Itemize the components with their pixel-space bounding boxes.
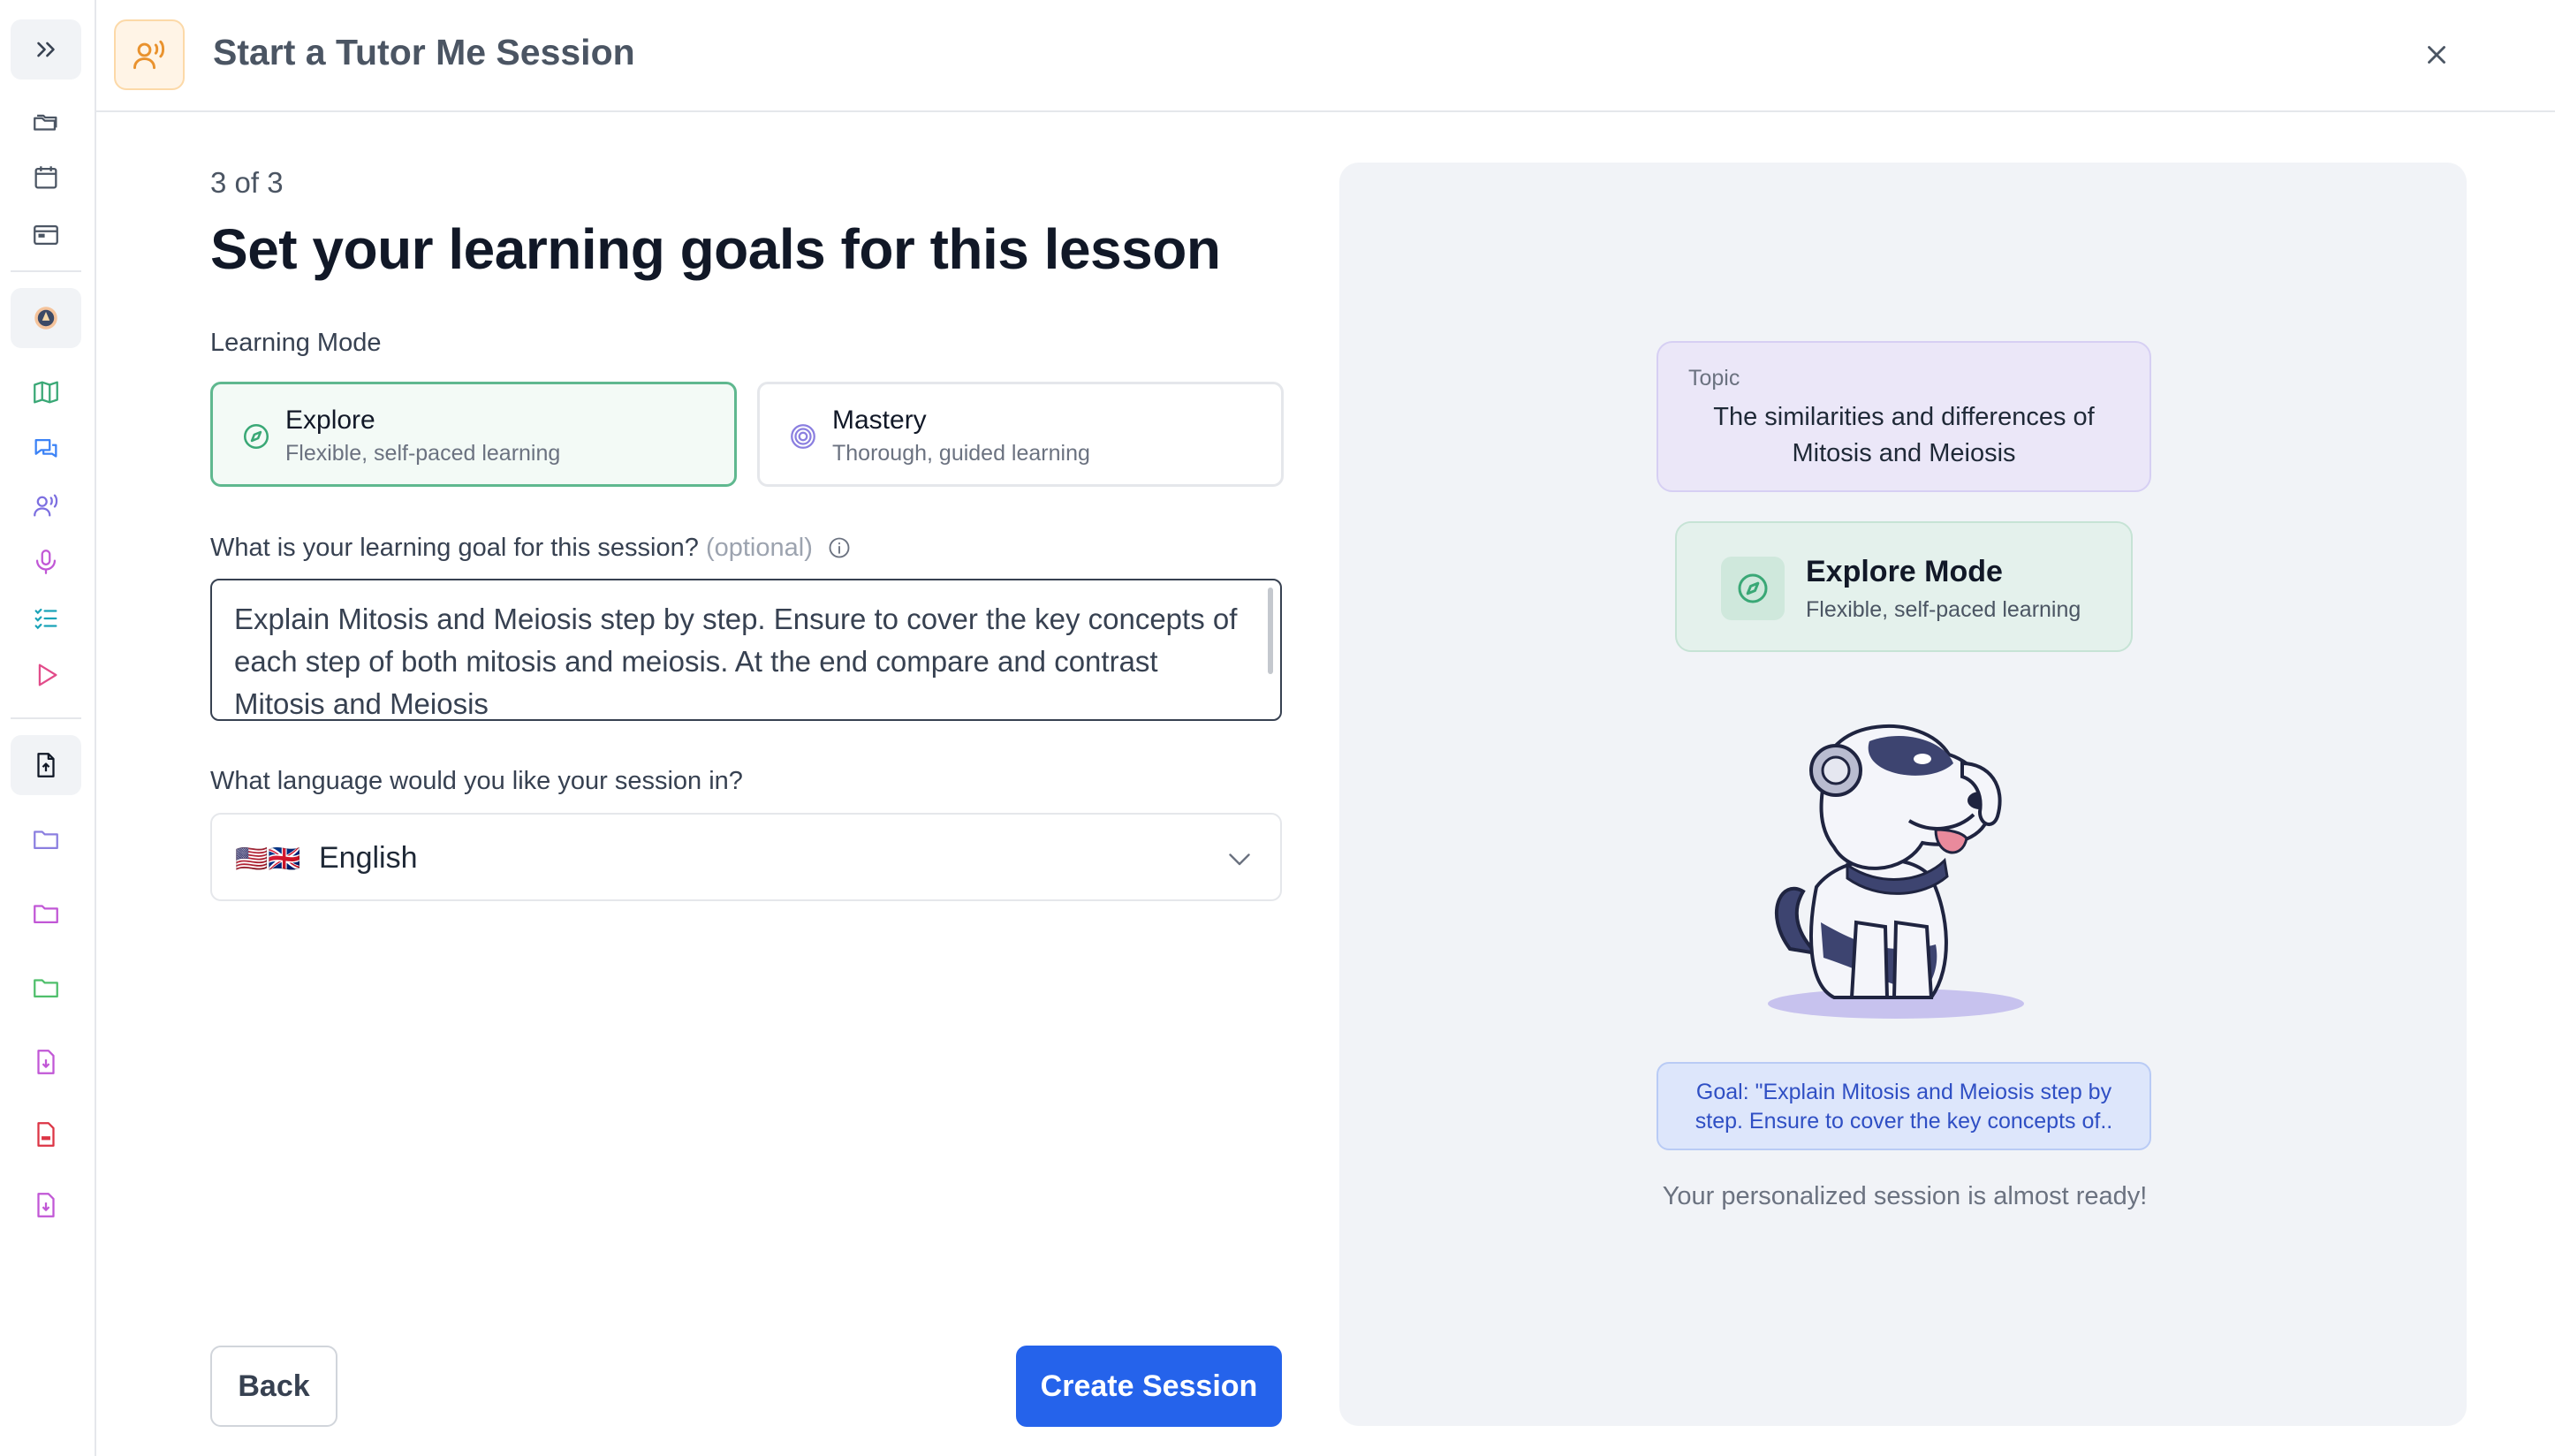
expand-icon — [37, 42, 55, 57]
goal-label-text: What is your learning goal for this sess… — [210, 534, 699, 562]
expand-sidebar-button[interactable] — [11, 19, 81, 80]
sidebar-item-folder-1[interactable] — [11, 809, 81, 869]
play-icon — [38, 664, 57, 686]
create-session-button[interactable]: Create Session — [1016, 1346, 1282, 1427]
sidebar-item-checklist[interactable] — [11, 588, 81, 648]
folder-icon — [34, 979, 58, 998]
sidebar-item-microphone[interactable] — [11, 532, 81, 592]
pdf-file-icon — [37, 1122, 55, 1147]
folder-stack-icon — [34, 114, 57, 131]
calendar-icon — [34, 166, 57, 189]
file-icon — [37, 1193, 55, 1217]
sidebar-item-pdf[interactable] — [11, 1104, 81, 1164]
topic-text: The similarities and differences of Mito… — [1713, 403, 2095, 467]
goal-summary-text: Goal: "Explain Mitosis and Meiosis step … — [1694, 1080, 2113, 1134]
language-select[interactable]: 🇺🇸🇬🇧 English — [210, 813, 1282, 901]
sidebar-divider — [11, 717, 81, 719]
goal-scrollbar[interactable] — [1268, 588, 1273, 674]
topic-card: Topic The similarities and differences o… — [1657, 341, 2151, 492]
topic-label: Topic — [1688, 366, 1740, 391]
goal-textarea[interactable]: Explain Mitosis and Meiosis step by step… — [210, 579, 1282, 721]
folder-icon — [34, 905, 58, 924]
goal-optional-text: (optional) — [705, 534, 813, 562]
target-icon — [791, 424, 815, 449]
mode-subtitle: Flexible, self-paced learning — [285, 441, 561, 466]
microphone-icon — [35, 550, 57, 574]
header-icon-badge — [114, 19, 185, 90]
mode-title: Mastery — [832, 406, 927, 435]
sidebar-item-avatar[interactable] — [11, 288, 81, 348]
flag-icon: 🇺🇸🇬🇧 — [235, 845, 301, 874]
info-icon[interactable] — [827, 535, 852, 560]
close-icon — [2428, 46, 2445, 64]
mode-preview-subtitle: Flexible, self-paced learning — [1806, 597, 2081, 622]
page-title: Set your learning goals for this lesson — [210, 217, 1221, 281]
sidebar-item-window[interactable] — [11, 205, 81, 265]
language-label: What language would you like your sessio… — [210, 767, 743, 795]
mode-option-explore[interactable]: Explore Flexible, self-paced learning — [210, 382, 737, 487]
compass-icon — [243, 423, 269, 450]
tutor-voice-icon — [34, 494, 58, 517]
session-preview-panel: Topic The similarities and differences o… — [1339, 163, 2467, 1426]
goal-summary-card: Goal: "Explain Mitosis and Meiosis step … — [1657, 1062, 2151, 1150]
chat-bubbles-icon — [34, 438, 57, 458]
goal-text: Explain Mitosis and Meiosis step by step… — [234, 603, 1238, 720]
checklist-icon — [34, 608, 57, 630]
mode-preview-icon-badge — [1721, 557, 1785, 620]
sidebar-item-file-2[interactable] — [11, 1175, 81, 1235]
sidebar-item-calendar[interactable] — [11, 148, 81, 208]
learning-mode-label: Learning Mode — [210, 329, 382, 357]
mode-title: Explore — [285, 406, 375, 435]
mode-subtitle: Thorough, guided learning — [832, 441, 1090, 466]
back-button[interactable]: Back — [210, 1346, 337, 1427]
sidebar-item-tutor[interactable] — [11, 475, 81, 535]
mode-preview-card: Explore Mode Flexible, self-paced learni… — [1675, 521, 2133, 652]
sidebar-item-folder-3[interactable] — [11, 958, 81, 1018]
ready-message: Your personalized session is almost read… — [1662, 1182, 2148, 1210]
folder-icon — [34, 830, 58, 850]
close-button[interactable] — [2415, 34, 2458, 76]
language-value: English — [319, 841, 418, 875]
dog-mascot-illustration — [1768, 724, 2024, 1019]
map-icon — [34, 381, 58, 404]
sidebar-item-folder-2[interactable] — [11, 883, 81, 944]
file-upload-icon — [37, 753, 55, 777]
chevron-down-icon — [1229, 853, 1250, 866]
sidebar-item-file-1[interactable] — [11, 1032, 81, 1092]
compass-icon — [1738, 573, 1768, 603]
file-icon — [37, 1050, 55, 1074]
sidebar-item-upload[interactable] — [11, 735, 81, 795]
avatar-icon — [34, 307, 57, 330]
tutor-voice-icon — [133, 40, 165, 70]
window-icon — [34, 224, 58, 246]
sidebar-item-play[interactable] — [11, 645, 81, 705]
sidebar-item-map[interactable] — [11, 362, 81, 422]
goal-label: What is your learning goal for this sess… — [210, 534, 852, 563]
mode-option-mastery[interactable]: Mastery Thorough, guided learning — [757, 382, 1284, 487]
modal-title: Start a Tutor Me Session — [213, 32, 635, 72]
mode-preview-title: Explore Mode — [1806, 555, 2003, 588]
sidebar — [0, 0, 96, 1456]
sidebar-item-chat[interactable] — [11, 419, 81, 479]
sidebar-divider — [11, 270, 81, 272]
step-indicator: 3 of 3 — [210, 166, 284, 199]
sidebar-item-folders[interactable] — [11, 92, 81, 152]
